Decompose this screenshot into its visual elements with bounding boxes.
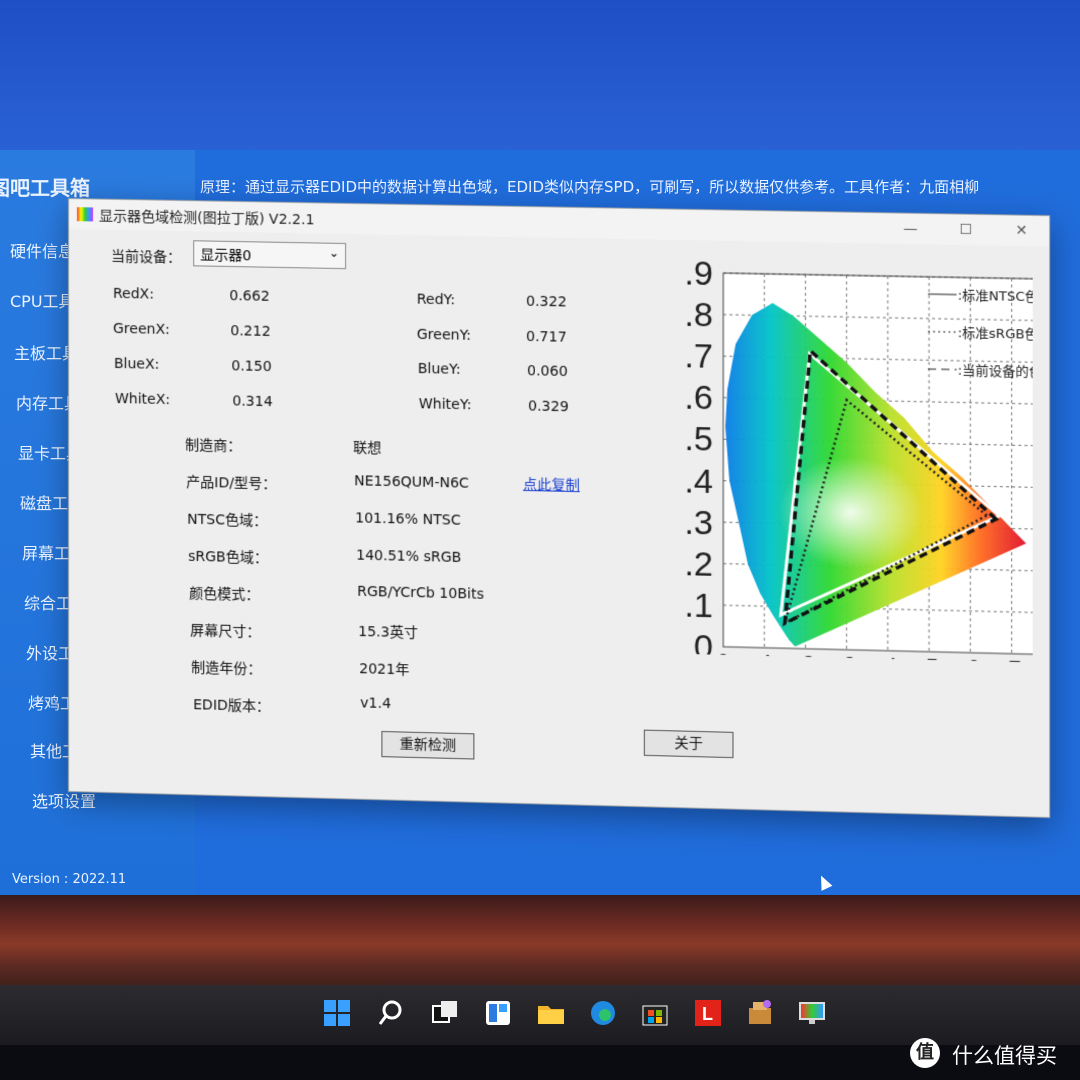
maximize-button[interactable]: ☐ — [950, 218, 981, 241]
manufacturer-label: 制造商： — [185, 437, 242, 455]
svg-text:L: L — [702, 1004, 713, 1024]
x-tick-label: .7 — [1002, 656, 1021, 663]
legend-label: :标准NTSC色彩范围 — [958, 288, 1033, 306]
search-icon[interactable] — [376, 998, 406, 1028]
y-tick-label: .6 — [684, 379, 713, 418]
edid-version-label: EDID版本： — [193, 697, 271, 716]
store-icon[interactable] — [640, 998, 670, 1028]
x-tick-label: .6 — [961, 655, 980, 663]
color-mode-value: RGB/YCrCb 10Bits — [357, 583, 484, 603]
manufacture-year-label: 制造年份： — [191, 660, 262, 678]
y-tick-label: .2 — [684, 545, 713, 584]
green-y-value: 0.717 — [526, 328, 567, 346]
x-tick-label: .5 — [920, 654, 939, 663]
srgb-label: sRGB色域： — [188, 548, 269, 567]
x-tick-label: .3 — [837, 652, 856, 663]
blue-x-value: 0.150 — [231, 358, 272, 376]
manufacturer-value: 联想 — [353, 440, 382, 457]
y-tick-label: .0 — [684, 628, 713, 663]
y-tick-label: .9 — [684, 254, 713, 293]
toolbox-title: 图吧工具箱 — [0, 176, 90, 200]
y-tick-label: .4 — [684, 462, 713, 501]
minimize-button[interactable]: — — [895, 218, 926, 241]
white-y-label: WhiteY: — [418, 396, 472, 414]
ntsc-label: NTSC色域： — [187, 511, 268, 530]
blue-x-label: BlueX: — [114, 355, 160, 373]
principle-text: 原理：通过显示器EDID中的数据计算出色域，EDID类似内存SPD，可刷写，所以… — [200, 178, 980, 196]
white-y-value: 0.329 — [528, 398, 569, 416]
chevron-down-icon: ⌄ — [328, 245, 340, 260]
y-tick-label: .3 — [684, 503, 713, 542]
ntsc-value: 101.16% NTSC — [355, 510, 461, 529]
legend-label: :当前设备的色彩范围 — [958, 363, 1033, 382]
product-id-label: 产品ID/型号： — [186, 474, 277, 493]
toolbox-app-icon[interactable] — [745, 998, 775, 1028]
srgb-value: 140.51% sRGB — [356, 547, 462, 567]
blue-y-label: BlueY: — [417, 360, 461, 378]
red-y-label: RedY: — [416, 291, 456, 309]
copy-link[interactable]: 点此复制 — [523, 474, 580, 495]
screen-size-value: 15.3英寸 — [358, 623, 418, 642]
green-y-label: GreenY: — [416, 326, 472, 344]
device-label: 当前设备： — [111, 248, 182, 267]
app-icon — [76, 207, 94, 222]
task-view-icon[interactable] — [430, 998, 460, 1028]
lenovo-app-icon[interactable]: L — [693, 998, 723, 1028]
x-tick-label: .4 — [878, 653, 897, 663]
widgets-icon[interactable] — [483, 998, 513, 1028]
file-explorer-icon[interactable] — [536, 998, 566, 1028]
gamut-detector-app-icon[interactable] — [797, 998, 827, 1028]
red-y-value: 0.322 — [526, 293, 567, 311]
device-select[interactable]: 显示器0 ⌄ — [193, 240, 347, 270]
x-tick-label: 0 — [717, 649, 729, 663]
legend-label: :标准sRGB色彩范围 — [958, 325, 1033, 344]
white-x-value: 0.314 — [232, 393, 273, 411]
watermark-text: 什么值得买 — [952, 1044, 1057, 1068]
gamut-detector-window: 显示器色域检测(图拉丁版) V2.2.1 — ☐ ✕ 当前设备： 显示器0 ⌄ … — [68, 198, 1051, 819]
y-tick-label: .5 — [684, 420, 713, 459]
edge-browser-icon[interactable] — [588, 998, 618, 1028]
version-label: Version : 2022.11 — [12, 872, 127, 887]
product-id-value: NE156QUM-N6C — [354, 473, 469, 492]
white-x-label: WhiteX: — [115, 390, 171, 409]
manufacture-year-value: 2021年 — [359, 661, 410, 679]
redetect-button[interactable]: 重新检测 — [381, 730, 475, 760]
watermark-logo-icon: 值 — [910, 1038, 940, 1068]
red-x-label: RedX: — [113, 285, 154, 303]
color-mode-label: 颜色模式： — [189, 585, 260, 604]
legend-line-solid — [928, 294, 957, 295]
blue-y-value: 0.060 — [527, 363, 568, 381]
y-tick-label: .7 — [684, 337, 713, 376]
close-button[interactable]: ✕ — [1006, 219, 1037, 242]
about-button[interactable]: 关于 — [643, 729, 734, 759]
x-tick-label: .1 — [755, 650, 774, 663]
red-x-value: 0.662 — [229, 288, 270, 305]
window-title: 显示器色域检测(图拉丁版) V2.2.1 — [99, 208, 315, 229]
start-windows-icon[interactable] — [322, 998, 352, 1028]
cie-gamut-chart: .0.1.2.3.4.5.6.7.8.90.1.2.3.4.5.6.7.8.9 … — [684, 254, 1033, 663]
device-select-value: 显示器0 — [200, 247, 252, 265]
x-tick-label: .2 — [796, 651, 815, 663]
green-x-value: 0.212 — [230, 323, 271, 340]
sidebar-item-cpu-tools[interactable]: CPU工具 — [10, 288, 75, 312]
y-tick-label: .8 — [684, 296, 713, 335]
sidebar-item-hardware-info[interactable]: 硬件信息 — [10, 238, 74, 262]
y-tick-label: .1 — [684, 586, 713, 625]
edid-version-value: v1.4 — [360, 695, 392, 713]
screen-size-label: 屏幕尺寸： — [190, 622, 261, 641]
green-x-label: GreenX: — [113, 320, 170, 338]
